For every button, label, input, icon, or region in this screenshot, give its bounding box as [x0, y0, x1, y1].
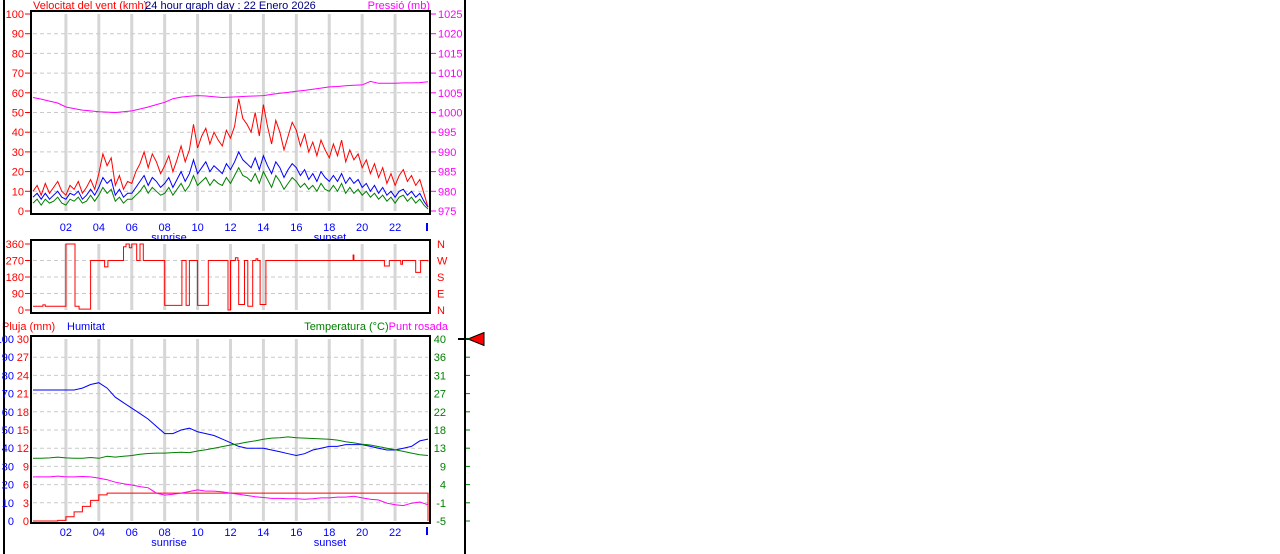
pressure-tick-label: 1000 — [438, 108, 462, 120]
pressure-tick-label: 975 — [438, 206, 456, 218]
temperature-tick-label: 9 — [440, 461, 446, 473]
time-tick-label: 14 — [257, 527, 269, 539]
wind-tick-label: 50 — [12, 108, 24, 120]
direction-tick-label: 360 — [6, 239, 24, 251]
wind-tick-label: 10 — [12, 186, 24, 198]
temperature-tick-label: 31 — [434, 370, 446, 382]
direction-tick-label: 180 — [6, 272, 24, 284]
rain-tick-label: 24 — [17, 370, 29, 382]
time-axis-end-tick — [426, 527, 428, 535]
pressure-tick-label: 1010 — [438, 68, 462, 80]
humidity-tick-label: 50 — [2, 425, 14, 437]
time-tick-label: 08 — [159, 527, 171, 539]
time-tick-label: 04 — [93, 527, 105, 539]
pressure-tick-label: 980 — [438, 186, 456, 198]
wind-tick-label: 30 — [12, 147, 24, 159]
humidity-tick-label: 90 — [2, 352, 14, 364]
temperature-tick-label: 13 — [434, 443, 446, 455]
time-tick-label: 10 — [191, 222, 203, 234]
humidity-tick-label: 60 — [2, 407, 14, 419]
time-tick-label: 18 — [323, 222, 335, 234]
time-tick-label: 20 — [356, 527, 368, 539]
direction-tick-label: 0 — [18, 305, 24, 317]
wind-tick-label: 90 — [12, 29, 24, 41]
humidity-tick-label: 100 — [0, 334, 14, 346]
time-tick-label: 04 — [93, 222, 105, 234]
charts-canvas: 1009080706050403020100102510201015101010… — [0, 9, 470, 539]
direction-tick-label: 90 — [12, 289, 24, 301]
time-tick-label: 12 — [224, 527, 236, 539]
direction-tick-label: 270 — [6, 256, 24, 268]
time-tick-label: 02 — [60, 222, 72, 234]
wind-tick-label: 60 — [12, 88, 24, 100]
rain-tick-label: 30 — [17, 334, 29, 346]
rain-tick-label: 15 — [17, 425, 29, 437]
time-tick-label: 22 — [389, 222, 401, 234]
humidity-tick-label: 30 — [2, 461, 14, 473]
temperature-tick-label: 22 — [434, 407, 446, 419]
pressure-tick-label: 1020 — [438, 29, 462, 41]
wind-tick-label: 0 — [18, 206, 24, 218]
rain-tick-label: 12 — [17, 443, 29, 455]
compass-label: N — [437, 239, 445, 251]
temperature-tick-label: -5 — [436, 516, 446, 528]
time-tick-label: 08 — [159, 222, 171, 234]
temperature-tick-label: -1 — [436, 498, 446, 510]
rain-tick-label: 27 — [17, 352, 29, 364]
time-tick-label: 06 — [126, 527, 138, 539]
temperature-tick-label: 18 — [434, 425, 446, 437]
temperature-tick-label: 4 — [440, 480, 446, 492]
humidity-tick-label: 40 — [2, 443, 14, 455]
temperature-tick-label: 27 — [434, 389, 446, 401]
pressure-tick-label: 1005 — [438, 88, 462, 100]
compass-label: S — [437, 272, 444, 284]
compass-label: E — [437, 289, 444, 301]
time-tick-label: 12 — [224, 222, 236, 234]
compass-label: W — [437, 256, 448, 268]
pressure-tick-label: 990 — [438, 147, 456, 159]
time-tick-label: 14 — [257, 222, 269, 234]
rain-tick-label: 21 — [17, 389, 29, 401]
wind-tick-label: 100 — [6, 9, 24, 21]
time-axis-end-tick — [426, 223, 428, 231]
time-tick-label: 02 — [60, 527, 72, 539]
humidity-tick-label: 10 — [2, 498, 14, 510]
rain-tick-label: 0 — [23, 516, 29, 528]
wind-tick-label: 40 — [12, 127, 24, 139]
time-tick-label: 16 — [290, 222, 302, 234]
compass-label: N — [437, 305, 445, 317]
time-tick-label: 22 — [389, 527, 401, 539]
humidity-tick-label: 70 — [2, 389, 14, 401]
humidity-tick-label: 0 — [8, 516, 14, 528]
pressure-tick-label: 1015 — [438, 48, 462, 60]
pressure-tick-label: 985 — [438, 167, 456, 179]
rain-tick-label: 9 — [23, 461, 29, 473]
time-tick-label: 10 — [191, 527, 203, 539]
weather-graph-page: Velocitat del vent (kmh) 24 hour graph d… — [0, 0, 1280, 554]
wind-tick-label: 80 — [12, 48, 24, 60]
wind-tick-label: 20 — [12, 167, 24, 179]
temperature-tick-label: 36 — [434, 352, 446, 364]
time-tick-label: 20 — [356, 222, 368, 234]
rain-tick-label: 3 — [23, 498, 29, 510]
wind-tick-label: 70 — [12, 68, 24, 80]
pressure-tick-label: 1025 — [438, 9, 462, 21]
humidity-tick-label: 20 — [2, 480, 14, 492]
time-tick-label: 16 — [290, 527, 302, 539]
pressure-tick-label: 995 — [438, 127, 456, 139]
temperature-tick-label: 40 — [434, 334, 446, 346]
time-tick-label: 06 — [126, 222, 138, 234]
rain-tick-label: 6 — [23, 480, 29, 492]
time-tick-label: 18 — [323, 527, 335, 539]
humidity-tick-label: 80 — [2, 370, 14, 382]
rain-tick-label: 18 — [17, 407, 29, 419]
